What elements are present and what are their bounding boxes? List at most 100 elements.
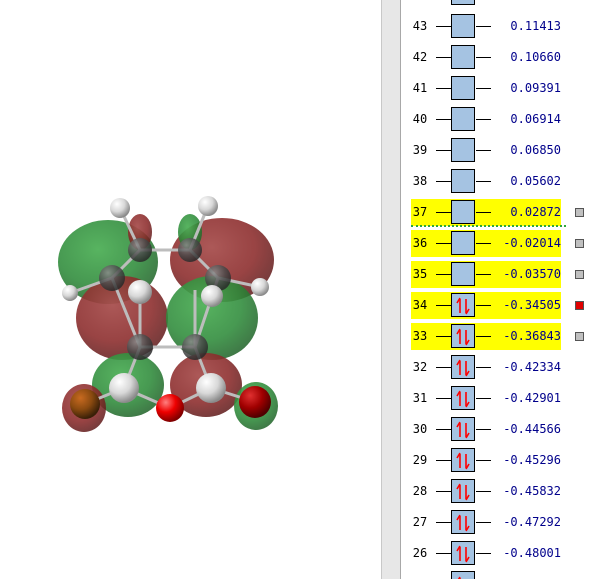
energy-level-line xyxy=(436,305,451,306)
energy-level-line xyxy=(436,119,451,120)
orbital-energy: -0.47292 xyxy=(503,515,561,529)
spin-pair-arrows-icon xyxy=(456,483,470,501)
energy-level-line xyxy=(436,57,451,58)
orbital-row[interactable]: 43 0.11413 xyxy=(401,13,602,40)
energy-level-line xyxy=(476,243,491,244)
orbital-box[interactable] xyxy=(451,324,475,348)
energy-level-line xyxy=(476,305,491,306)
orbital-box[interactable] xyxy=(451,479,475,503)
molecule-viewer[interactable] xyxy=(0,0,381,579)
orbital-row[interactable]: 42 0.10660 xyxy=(401,44,602,71)
energy-level-line xyxy=(436,336,451,337)
energy-level-line xyxy=(476,119,491,120)
energy-level-line xyxy=(476,88,491,89)
orbital-box[interactable] xyxy=(451,417,475,441)
orbital-row[interactable]: 32 -0.42334 xyxy=(401,354,602,381)
spin-pair-arrows-icon xyxy=(456,421,470,439)
energy-level-line xyxy=(476,460,491,461)
orbital-box[interactable] xyxy=(451,262,475,286)
orbital-energy: 0.05602 xyxy=(510,174,561,188)
orbital-box[interactable] xyxy=(451,45,475,69)
surface-marker-icon[interactable] xyxy=(575,270,584,279)
orbital-row[interactable]: 28 -0.45832 xyxy=(401,478,602,505)
surface-marker-icon[interactable] xyxy=(575,332,584,341)
orbital-row[interactable]: 30 -0.44566 xyxy=(401,416,602,443)
orbital-row[interactable]: 37 0.02872 xyxy=(401,199,602,226)
orbital-box[interactable] xyxy=(451,14,475,38)
orbital-energy: 0.06914 xyxy=(510,112,561,126)
orbital-box[interactable] xyxy=(451,293,475,317)
orbital-energy: -0.45832 xyxy=(503,484,561,498)
orbital-box[interactable] xyxy=(451,231,475,255)
spin-pair-arrows-icon xyxy=(457,576,461,579)
surface-marker-icon[interactable] xyxy=(575,239,584,248)
orbital-box[interactable] xyxy=(451,448,475,472)
energy-level-line xyxy=(476,181,491,182)
energy-level-line xyxy=(436,553,451,554)
orbital-box[interactable] xyxy=(451,76,475,100)
orbital-number: 41 xyxy=(412,81,428,95)
energy-level-line xyxy=(436,460,451,461)
energy-level-line xyxy=(476,553,491,554)
orbital-row[interactable]: 39 0.06850 xyxy=(401,137,602,164)
orbital-box[interactable] xyxy=(451,510,475,534)
orbital-box[interactable] xyxy=(451,169,475,193)
energy-level-line xyxy=(476,522,491,523)
energy-level-line xyxy=(436,398,451,399)
energy-level-line xyxy=(476,150,491,151)
energy-level-line xyxy=(476,429,491,430)
orbital-row[interactable]: 31 -0.42901 xyxy=(401,385,602,412)
orbital-row[interactable]: 26 -0.48001 xyxy=(401,540,602,567)
orbital-box[interactable] xyxy=(451,107,475,131)
orbital-energy: -0.42334 xyxy=(503,360,561,374)
orbital-box[interactable] xyxy=(451,138,475,162)
hydrogen-atom xyxy=(198,196,218,216)
orbital-energy-diagram[interactable]: 43 0.11413 42 0.10660 41 0.09391 40 0.06914 39 0.… xyxy=(401,0,602,579)
spin-pair-arrows-icon xyxy=(456,297,470,315)
orbital-number: 42 xyxy=(412,50,428,64)
orbital-row[interactable]: 27 -0.47292 xyxy=(401,509,602,536)
energy-level-line xyxy=(436,26,451,27)
energy-level-line xyxy=(476,367,491,368)
panel-splitter[interactable] xyxy=(381,0,401,579)
orbital-box[interactable] xyxy=(451,386,475,410)
energy-level-line xyxy=(436,243,451,244)
surface-marker-icon[interactable] xyxy=(575,301,584,310)
orbital-row-partial xyxy=(401,0,602,7)
energy-level-line xyxy=(476,336,491,337)
orbital-energy: -0.45296 xyxy=(503,453,561,467)
orbital-row[interactable]: 41 0.09391 xyxy=(401,75,602,102)
spin-pair-arrows-icon xyxy=(456,514,470,532)
orbital-energy: -0.03570 xyxy=(503,267,561,281)
orbital-box[interactable] xyxy=(451,541,475,565)
orbital-number: 28 xyxy=(412,484,428,498)
energy-level-line xyxy=(436,181,451,182)
hydrogen-atom xyxy=(128,280,152,304)
orbital-row[interactable]: 33 -0.36843 xyxy=(401,323,602,350)
orbital-energy: -0.44566 xyxy=(503,422,561,436)
orbital-row[interactable]: 36 -0.02014 xyxy=(401,230,602,257)
orbital-row[interactable]: 38 0.05602 xyxy=(401,168,602,195)
orbital-number: 31 xyxy=(412,391,428,405)
energy-level-line xyxy=(436,429,451,430)
energy-level-line xyxy=(436,367,451,368)
orbital-number: 33 xyxy=(412,329,428,343)
orbital-row[interactable]: 35 -0.03570 xyxy=(401,261,602,288)
energy-level-line xyxy=(476,212,491,213)
orbital-energy: 0.11413 xyxy=(510,19,561,33)
orbital-box[interactable] xyxy=(451,355,475,379)
surface-marker-icon[interactable] xyxy=(575,208,584,217)
carbon-atom xyxy=(182,334,208,360)
carbon-atom xyxy=(99,265,125,291)
spin-pair-arrows-icon xyxy=(456,390,470,408)
energy-level-line xyxy=(476,274,491,275)
orbital-row[interactable]: 34 -0.34505 xyxy=(401,292,602,319)
carbon-atom xyxy=(128,238,152,262)
hydrogen-atom xyxy=(201,285,223,307)
orbital-row[interactable]: 40 0.06914 xyxy=(401,106,602,133)
orbital-energy: 0.02872 xyxy=(510,205,561,219)
molecular-orbital-render[interactable] xyxy=(0,0,381,579)
orbital-box[interactable] xyxy=(451,200,475,224)
orbital-row[interactable]: 29 -0.45296 xyxy=(401,447,602,474)
energy-level-line xyxy=(476,26,491,27)
